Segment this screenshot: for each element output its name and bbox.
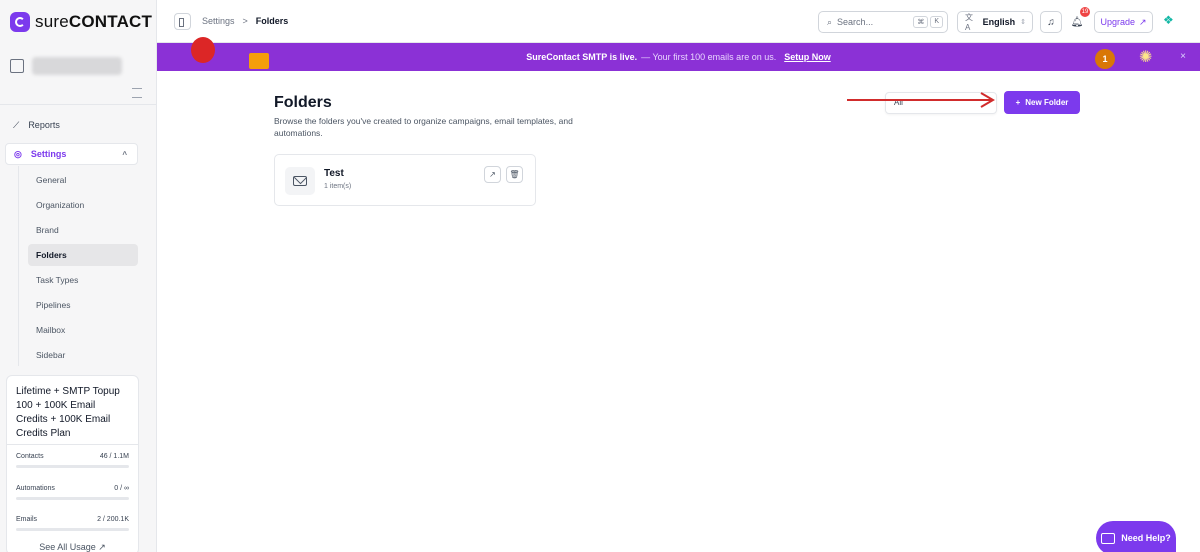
sidebar-subitem-organization[interactable]: Organization	[28, 194, 138, 216]
surecontact-logo-icon	[10, 12, 30, 32]
usage-value: 0 / ∞	[114, 485, 129, 492]
submenu-guide-line	[18, 166, 19, 366]
trash-icon: 🗑︎	[509, 170, 520, 179]
sidebar-subitem-mailbox[interactable]: Mailbox	[28, 319, 138, 341]
search-shortcut: ⌘ K	[913, 16, 943, 28]
breadcrumb-settings[interactable]: Settings	[202, 16, 235, 26]
confetti-icon: ✺	[1139, 49, 1153, 66]
sidebar-collapse-icon[interactable]	[132, 88, 142, 98]
medal-icon: 1	[1095, 49, 1115, 69]
usage-contacts: Contacts 46 / 1.1M	[16, 453, 129, 468]
folder-card[interactable]: Test 1 item(s) ↗ 🗑︎	[274, 154, 536, 206]
sidebar-subitem-task-types[interactable]: Task Types	[28, 269, 138, 291]
banner-headline: SureContact SMTP is live.	[526, 52, 638, 62]
sidebar-subitem-general[interactable]: General	[28, 169, 138, 191]
building-icon	[10, 59, 24, 73]
sidebar-item-settings[interactable]: ◎ Settings ^	[5, 143, 138, 165]
support-button[interactable]: ♫	[1040, 11, 1062, 33]
sidebar-divider	[0, 104, 157, 105]
plan-title: Lifetime + SMTP Topup 100 + 100K Email C…	[16, 386, 120, 439]
chat-icon	[1101, 532, 1116, 544]
notification-count: 19	[1080, 7, 1090, 17]
breadcrumb: Settings > Folders	[202, 16, 288, 26]
bell-icon: 🔔︎	[1070, 16, 1084, 28]
usage-value: 2 / 200.1K	[97, 516, 129, 523]
upgrade-button[interactable]: Upgrade ↗	[1094, 11, 1153, 33]
gear-icon: ◎	[14, 148, 22, 159]
new-folder-label: New Folder	[1025, 98, 1069, 107]
usage-bar	[16, 465, 129, 468]
shortcut-key: K	[930, 16, 943, 28]
usage-label: Automations	[16, 485, 55, 492]
usage-automations: Automations 0 / ∞	[16, 485, 129, 500]
chevron-updown-icon: ⇕	[1020, 19, 1026, 26]
sidebar-subitem-sidebar[interactable]: Sidebar	[28, 344, 138, 366]
sidebar-subitem-brand[interactable]: Brand	[28, 219, 138, 241]
see-all-usage-link[interactable]: See All Usage ↗	[6, 542, 139, 552]
shortcut-key: ⌘	[913, 16, 929, 28]
usage-value: 46 / 1.1M	[99, 453, 129, 460]
page-description: Browse the folders you've created to org…	[274, 116, 573, 138]
search-icon: ⌕	[827, 16, 833, 27]
headset-icon: ♫	[1047, 16, 1055, 28]
sidebar-item-label: Reports	[28, 120, 60, 130]
logo[interactable]: sureCONTACT	[10, 11, 152, 33]
need-help-label: Need Help?	[1121, 533, 1171, 543]
notifications-button[interactable]: 🔔︎ 19	[1066, 7, 1090, 33]
new-folder-button[interactable]: + New Folder	[1004, 91, 1080, 114]
breadcrumb-separator: >	[242, 16, 248, 26]
usage-bar	[16, 497, 129, 500]
delete-folder-button[interactable]: 🗑︎	[506, 166, 523, 183]
sidebar: sureCONTACT ⟋ Reports ◎ Settings ^ Gener…	[0, 0, 157, 552]
topbar: Settings > Folders ⌕ Search... ⌘ K 文A En…	[157, 0, 1200, 43]
search-input[interactable]: ⌕ Search... ⌘ K	[818, 11, 948, 33]
translate-icon: 文A	[965, 13, 973, 32]
chevron-up-icon: ^	[122, 149, 127, 159]
chart-line-icon: ⟋	[13, 119, 20, 130]
usage-label: Contacts	[16, 453, 44, 460]
folder-item-count: 1 item(s)	[324, 183, 352, 190]
plan-card: Lifetime + SMTP Topup 100 + 100K Email C…	[6, 375, 139, 552]
gift-icon	[249, 53, 269, 69]
open-folder-button[interactable]: ↗	[484, 166, 501, 183]
page-title: Folders	[274, 94, 332, 111]
search-placeholder: Search...	[837, 17, 874, 27]
banner-text: — Your first 100 emails are on us.	[641, 52, 777, 62]
folder-name: Test	[324, 168, 344, 179]
sidebar-toggle-icon[interactable]	[174, 13, 191, 30]
organization-name-blurred	[32, 57, 122, 75]
setup-now-link[interactable]: Setup Now	[784, 52, 831, 62]
external-link-icon: ↗	[1138, 16, 1147, 27]
language-value: English	[982, 17, 1016, 27]
language-select[interactable]: 文A English ⇕	[957, 11, 1033, 33]
external-link-icon: ↗	[489, 170, 496, 179]
usage-emails: Emails 2 / 200.1K	[16, 516, 129, 531]
upgrade-label: Upgrade	[1100, 17, 1135, 27]
brand-stack-icon[interactable]: ❖	[1163, 13, 1177, 27]
usage-label: Emails	[16, 516, 38, 523]
organization-switcher[interactable]	[10, 51, 148, 81]
sidebar-item-reports[interactable]: ⟋ Reports	[5, 114, 138, 136]
balloon-icon	[191, 37, 215, 63]
announcement-banner: SureContact SMTP is live. — Your first 1…	[157, 37, 1200, 71]
close-icon[interactable]: ×	[1180, 51, 1186, 62]
annotation-arrow-icon	[847, 92, 995, 108]
need-help-button[interactable]: Need Help?	[1096, 521, 1176, 552]
plan-divider	[7, 444, 138, 445]
sidebar-item-label: Settings	[30, 149, 67, 159]
sidebar-subitem-folders[interactable]: Folders	[28, 244, 138, 266]
logo-text: sureCONTACT	[35, 12, 153, 31]
envelope-icon	[285, 167, 315, 195]
plus-icon: +	[1015, 98, 1021, 107]
usage-bar	[16, 528, 129, 531]
breadcrumb-current: Folders	[255, 16, 289, 26]
sidebar-subitem-pipelines[interactable]: Pipelines	[28, 294, 138, 316]
